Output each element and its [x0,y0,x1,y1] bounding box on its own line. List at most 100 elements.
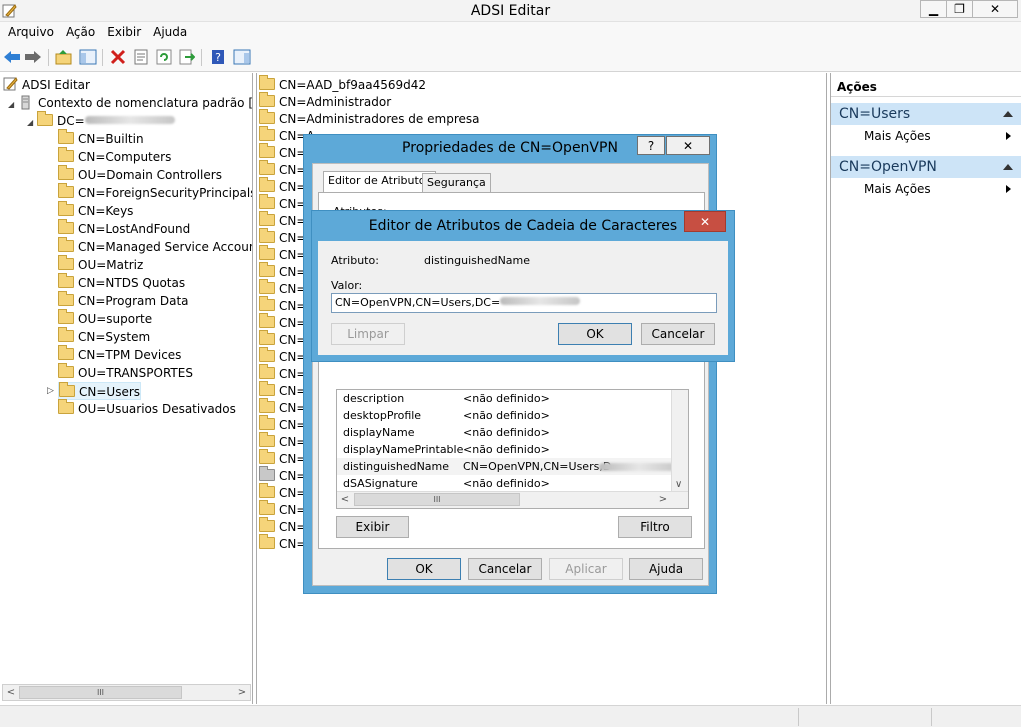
tree-item[interactable]: CN=Computers [58,147,171,166]
action-more-actions-users[interactable]: Mais Ações [831,125,1021,147]
action-section-openvpn[interactable]: CN=OpenVPN [831,156,1021,178]
help-button[interactable]: ? [208,47,228,67]
menu-exibir[interactable]: Exibir [101,22,147,43]
show-hide-action-pane-button[interactable] [232,47,252,67]
tree-item[interactable]: CN=System [58,327,150,346]
tree-item[interactable]: OU=TRANSPORTES [58,363,193,382]
folder-icon [259,228,275,243]
action-more-actions-openvpn[interactable]: Mais Ações [831,178,1021,200]
action-section-title: CN=OpenVPN [839,159,937,175]
naming-context-label: Contexto de nomenclatura padrão [SRV [38,96,253,110]
action-section-users[interactable]: CN=Users [831,103,1021,125]
folder-icon [259,126,275,141]
tree-item[interactable]: CN=TPM Devices [58,345,181,364]
folder-icon [58,399,74,414]
value-label: Valor: [331,279,363,292]
action-pane-icon [233,49,251,65]
tree-root[interactable]: ADSI Editar [3,76,90,94]
folder-icon [58,327,74,342]
clear-button[interactable]: Limpar [331,323,405,345]
expand-chevron-icon[interactable]: ▷ [47,386,54,396]
tree-item[interactable]: OU=Matriz [58,255,143,274]
tree-item-label: CN=NTDS Quotas [78,276,186,290]
string-cancel-button[interactable]: Cancelar [641,323,715,345]
value-input[interactable]: CN=OpenVPN,CN=Users,DC= [331,293,717,313]
folder-icon [259,381,275,396]
tree-domain-node[interactable]: ◢ DC= [27,111,175,130]
tree-item[interactable]: CN=Builtin [58,129,144,148]
attributes-horizontal-scrollbar[interactable]: < III > [337,491,688,508]
attributes-list[interactable]: description <não definido> desktopProfile <… [336,389,689,509]
props-ok-button[interactable]: OK [387,558,461,580]
props-cancel-button[interactable]: Cancelar [468,558,542,580]
folder-icon [58,147,74,162]
scroll-right-icon[interactable]: > [655,492,671,507]
folder-icon [37,111,53,126]
toolbar: ? [0,43,1021,72]
attribute-row[interactable]: distinguishedName CN=OpenVPN,CN=Users,D [337,458,679,475]
scroll-left-icon[interactable]: < [3,685,19,700]
tree-item[interactable]: OU=Domain Controllers [58,165,222,184]
redacted-text [599,463,679,471]
minimize-button[interactable]: ▁ [920,0,947,18]
folder-icon [58,363,74,378]
console-tree-pane[interactable]: ADSI Editar ◢ Contexto de nomenclatura pa… [0,73,253,704]
scroll-thumb[interactable]: III [19,686,182,699]
tree-item[interactable]: OU=suporte [58,309,152,328]
dialog-close-button[interactable]: ✕ [666,136,710,155]
properties-button[interactable] [131,47,151,67]
attribute-row[interactable]: desktopProfile <não definido> [337,407,672,424]
forward-button[interactable] [23,47,43,67]
tree-item[interactable]: CN=Program Data [58,291,189,310]
menu-acao[interactable]: Ação [60,22,101,43]
show-hide-tree-button[interactable] [78,47,98,67]
scroll-thumb[interactable]: III [354,493,520,506]
tree-root-label: ADSI Editar [22,78,90,92]
tree-item-label: CN=LostAndFound [78,222,191,236]
attribute-row[interactable]: displayName <não definido> [337,424,672,441]
list-item[interactable]: CN=AAD_bf9aa4569d42 [259,75,426,94]
server-icon [21,95,30,110]
refresh-button[interactable] [154,47,174,67]
folder-icon [58,345,74,360]
menu-arquivo[interactable]: Arquivo [2,22,60,43]
scroll-right-icon[interactable]: > [234,685,250,700]
adsi-edit-icon [3,77,18,91]
export-list-button[interactable] [177,47,197,67]
attribute-row[interactable]: displayNamePrintable <não definido> [337,441,672,458]
scroll-left-icon[interactable]: < [337,492,353,507]
tree-item[interactable]: CN=Keys [58,201,133,220]
tree-horizontal-scrollbar[interactable]: < III > [2,684,251,701]
tree-naming-context[interactable]: ◢ Contexto de nomenclatura padrão [SRV [8,94,253,112]
tab-security[interactable]: Segurança [422,173,491,193]
tree-item[interactable]: CN=LostAndFound [58,219,191,238]
view-button[interactable]: Exibir [336,516,409,538]
up-folder-button[interactable] [54,47,74,67]
collapse-up-icon[interactable] [1003,111,1013,117]
back-button[interactable] [2,47,22,67]
folder-icon [58,129,74,144]
attribute-row[interactable]: dSASignature <não definido> [337,475,672,492]
scroll-down-icon[interactable]: ∨ [675,479,682,490]
tree-item[interactable]: CN=Users [58,382,142,400]
list-item[interactable]: CN=Administradores de empresa [259,109,479,128]
delete-button[interactable] [108,47,128,67]
list-item[interactable]: CN=Administrador [259,92,391,111]
dialog-help-button[interactable]: ? [637,136,665,155]
string-editor-close-button[interactable]: ✕ [684,211,726,232]
attribute-row[interactable]: description <não definido> [337,390,672,407]
tree-item[interactable]: OU=Usuarios Desativados [58,399,236,418]
attributes-vertical-scrollbar[interactable]: ∨ [671,390,688,492]
string-ok-button[interactable]: OK [558,323,632,345]
tree-item[interactable]: CN=NTDS Quotas [58,273,186,292]
props-apply-button[interactable]: Aplicar [549,558,623,580]
tab-attribute-editor[interactable]: Editor de Atributos [323,171,437,193]
filter-button[interactable]: Filtro [618,516,692,538]
collapse-up-icon[interactable] [1003,164,1013,170]
menu-ajuda[interactable]: Ajuda [147,22,193,43]
props-help-button[interactable]: Ajuda [629,558,703,580]
tree-item[interactable]: CN=ForeignSecurityPrincipals [58,183,252,202]
maximize-button[interactable]: ❐ [946,0,973,18]
tree-item[interactable]: CN=Managed Service Accounts [58,237,252,256]
close-button[interactable]: ✕ [972,0,1018,18]
